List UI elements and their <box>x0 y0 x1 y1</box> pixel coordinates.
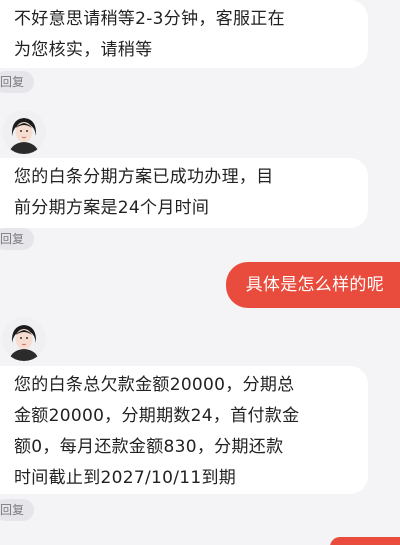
reply-button[interactable]: 回复 <box>0 228 35 250</box>
agent-message-bubble: 不好意思请稍等2-3分钟，客服正在 为您核实，请稍等 <box>0 0 368 68</box>
person-icon <box>2 110 46 154</box>
chat-thread: 不好意思请稍等2-3分钟，客服正在 为您核实，请稍等 回复 您的白条分期方案已成… <box>0 0 400 545</box>
person-icon <box>2 317 46 361</box>
message-line: 为您核实，请稍等 <box>14 40 153 60</box>
message-line: 前分期方案是24个月时间 <box>14 198 210 218</box>
message-line: 时间截止到2027/10/11到期 <box>14 468 237 488</box>
agent-avatar <box>2 317 46 361</box>
message-line: 您的白条分期方案已成功办理，目 <box>14 167 274 187</box>
message-line: 您的白条总欠款金额20000，分期总 <box>14 375 295 395</box>
agent-avatar <box>2 110 46 154</box>
user-message-bubble: 具体是怎么样的呢 <box>225 262 400 308</box>
reply-button[interactable]: 回复 <box>0 499 35 521</box>
message-line: 不好意思请稍等2-3分钟，客服正在 <box>14 9 285 29</box>
agent-message-bubble: 您的白条分期方案已成功办理，目 前分期方案是24个月时间 <box>0 158 368 228</box>
user-message-bubble-partial <box>330 537 400 545</box>
message-line: 金额20000，分期期数24，首付款金 <box>14 406 300 426</box>
message-line: 额0，每月还款金额830，分期还款 <box>14 437 284 457</box>
agent-message-bubble: 您的白条总欠款金额20000，分期总 金额20000，分期期数24，首付款金 额… <box>0 366 368 494</box>
reply-button[interactable]: 回复 <box>0 71 35 93</box>
